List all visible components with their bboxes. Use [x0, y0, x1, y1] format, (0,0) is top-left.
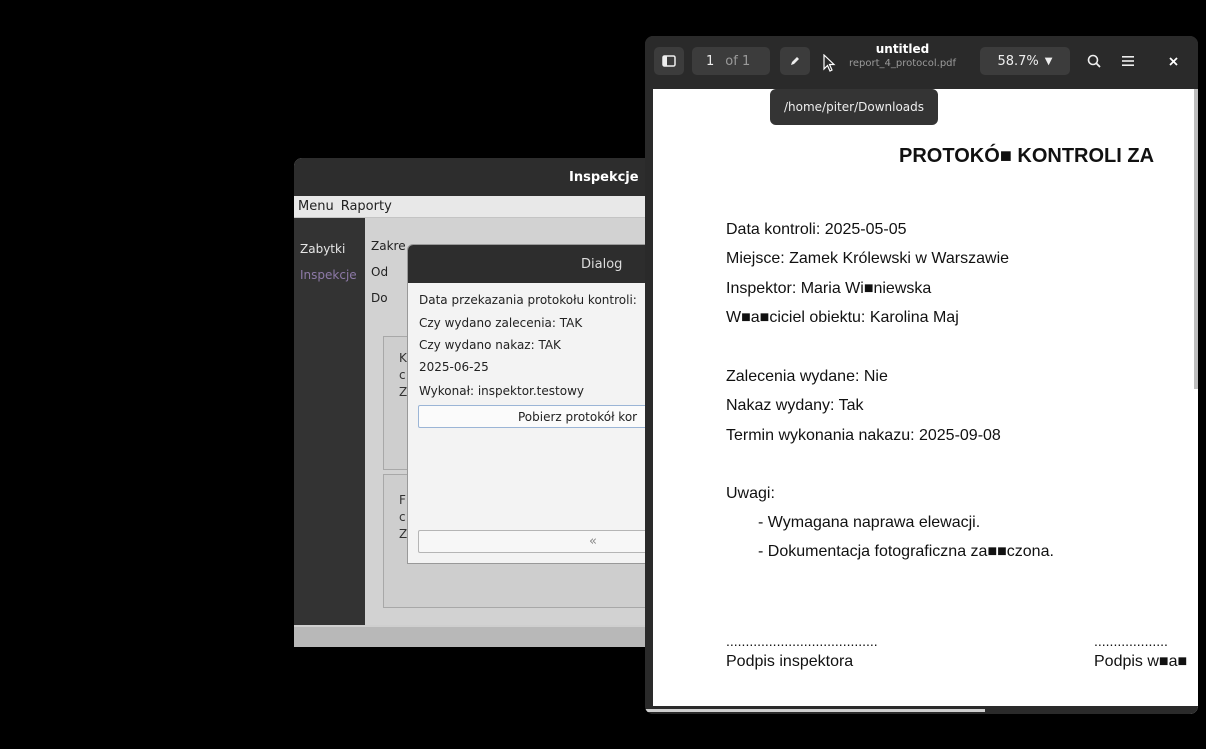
search-icon	[1087, 54, 1101, 68]
doc-info-line: Inspektor: Maria Wi■niewska	[726, 280, 932, 297]
pdf-bottom-edge	[645, 706, 1198, 714]
dialog-titlebar: Dialog	[408, 245, 656, 283]
card-line: Z	[399, 527, 408, 541]
pdf-filename: report_4_protocol.pdf	[848, 58, 957, 69]
page-current: 1	[706, 53, 715, 69]
signature-line-left: .......................................	[726, 633, 878, 649]
pdf-page: PROTOKÓ■ KONTROLI ZA Data kontroli: 2025…	[653, 89, 1198, 714]
sidebar-item-inspekcje[interactable]: Inspekcje	[294, 262, 365, 288]
signature-label-owner: Podpis w■a■	[1094, 653, 1188, 670]
horizontal-scrollbar[interactable]	[645, 709, 985, 712]
path-tooltip: /home/piter/Downloads	[770, 89, 938, 125]
card-line: Z	[399, 385, 408, 399]
card-line: c	[399, 368, 406, 382]
form-label-zakres: Zakre	[371, 239, 406, 253]
page-selector[interactable]: 1 of 1	[692, 47, 770, 75]
dialog-window: Dialog Data przekazania protokołu kontro…	[407, 244, 657, 564]
dialog-title: Dialog	[581, 256, 623, 272]
sidebar-toggle-button[interactable]	[654, 47, 684, 75]
app-titlebar: Inspekcje	[294, 158, 664, 196]
card-line: K	[399, 351, 407, 365]
zoom-level: 58.7%	[997, 53, 1039, 69]
dialog-line-order: Czy wydano nakaz: TAK	[419, 338, 561, 352]
back-button[interactable]: «	[418, 530, 656, 553]
doc-note-item: - Dokumentacja fotograficzna za■■czona.	[758, 543, 1054, 560]
pdf-scrollbar[interactable]	[1194, 89, 1198, 389]
download-protocol-label: Pobierz protokół kor	[518, 409, 638, 424]
desktop: Inspekcje Menu Raporty Zabytki Inspekcje…	[0, 0, 1206, 749]
download-protocol-button[interactable]: Pobierz protokół kor	[418, 405, 656, 428]
dialog-line-date-label: Data przekazania protokołu kontroli:	[419, 293, 637, 307]
pdf-title: untitled	[875, 42, 930, 56]
signature-line-right: ...................	[1094, 633, 1168, 649]
doc-result-line: Zalecenia wydane: Nie	[726, 368, 888, 385]
doc-info-line: Data kontroli: 2025-05-05	[726, 221, 907, 238]
app-statusbar	[294, 627, 664, 647]
doc-heading: PROTOKÓ■ KONTROLI ZA	[899, 145, 1155, 167]
close-icon	[1168, 56, 1178, 66]
doc-note-item: - Wymagana naprawa elewacji.	[758, 514, 981, 531]
app-menubar: Menu Raporty	[294, 196, 664, 218]
chevron-down-icon: ▼	[1044, 55, 1053, 67]
pen-icon	[791, 57, 799, 65]
page-total: of 1	[725, 53, 751, 69]
app-title: Inspekcje	[569, 169, 639, 185]
form-label-do: Do	[371, 291, 388, 305]
sidebar-toggle-icon	[662, 55, 676, 67]
annotate-button[interactable]	[780, 47, 810, 75]
doc-notes-label: Uwagi:	[726, 485, 775, 502]
app-sidebar: Zabytki Inspekcje	[294, 218, 365, 625]
close-button[interactable]	[1160, 47, 1186, 75]
zoom-dropdown[interactable]: 58.7% ▼	[980, 47, 1070, 75]
menu-item-menu[interactable]: Menu	[294, 199, 337, 214]
card-line: F	[399, 493, 406, 507]
menu-button[interactable]	[1114, 47, 1142, 75]
back-arrow-icon: «	[589, 534, 597, 549]
doc-result-line: Termin wykonania nakazu: 2025-09-08	[726, 427, 1001, 444]
pdf-toolbar: 1 of 1 untitled report_4_protocol.pdf 58…	[645, 36, 1198, 86]
signature-label-inspector: Podpis inspektora	[726, 653, 854, 670]
dialog-line-recommendations: Czy wydano zalecenia: TAK	[419, 316, 583, 330]
pdf-viewer-window: 1 of 1 untitled report_4_protocol.pdf 58…	[645, 36, 1198, 714]
doc-info-line: W■a■ciciel obiektu: Karolina Maj	[726, 309, 959, 326]
form-label-od: Od	[371, 265, 389, 279]
dialog-line-date: 2025-06-25	[419, 360, 489, 374]
menu-item-raporty[interactable]: Raporty	[337, 199, 395, 214]
dialog-line-performed-by: Wykonał: inspektor.testowy	[419, 384, 584, 398]
search-button[interactable]	[1080, 47, 1108, 75]
sidebar-item-zabytki[interactable]: Zabytki	[294, 236, 365, 262]
menu-icon	[1122, 56, 1134, 66]
doc-result-line: Nakaz wydany: Tak	[726, 397, 864, 414]
mouse-cursor-icon	[823, 54, 836, 72]
doc-info-line: Miejsce: Zamek Królewski w Warszawie	[726, 250, 1010, 267]
card-line: c	[399, 510, 406, 524]
